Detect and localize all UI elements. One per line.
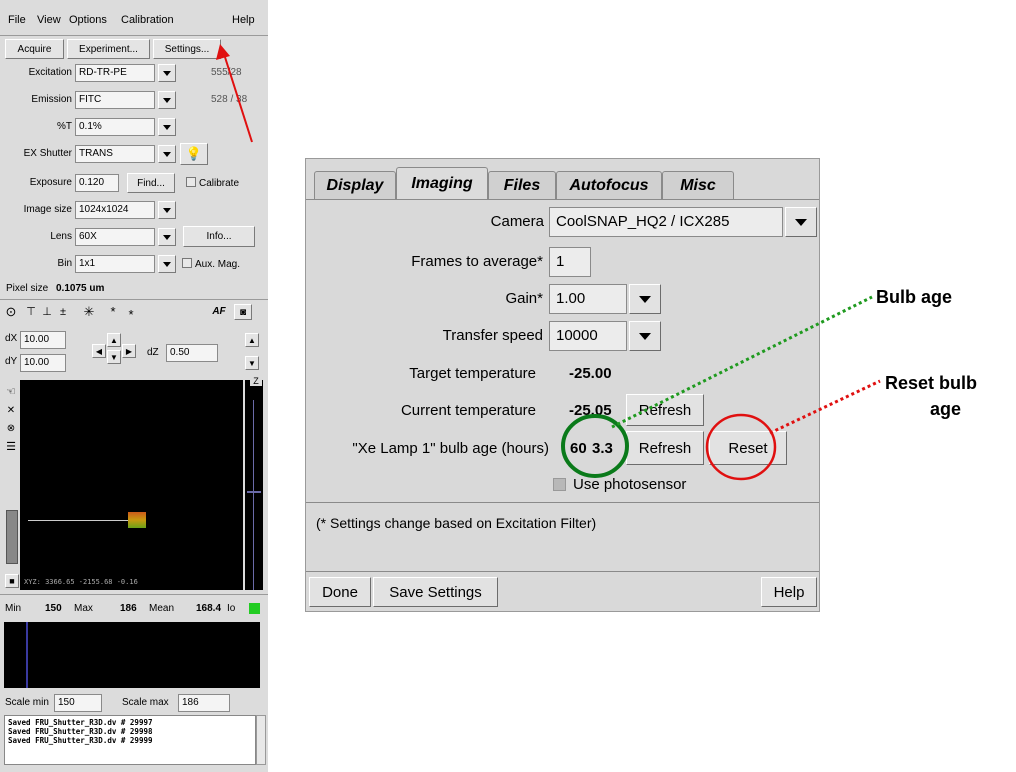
bulb-age-leader	[611, 295, 873, 429]
red-circle	[705, 413, 777, 481]
reset-leader	[769, 379, 881, 435]
reset-annotation-line1: Reset bulb	[885, 373, 978, 393]
bulb-age-annotation: Bulb age	[876, 287, 953, 307]
green-circle	[561, 414, 629, 478]
reset-annotation-line2: age	[930, 399, 962, 419]
annotation-overlay	[561, 295, 881, 481]
